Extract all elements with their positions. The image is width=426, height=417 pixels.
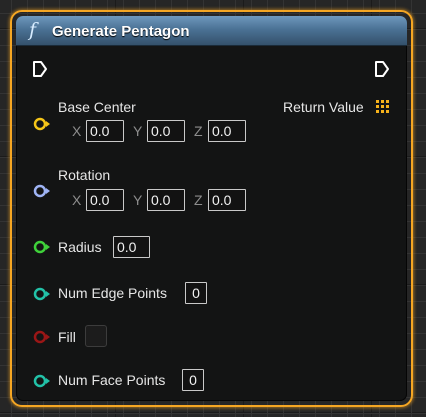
base-center-label: Base Center (58, 99, 136, 115)
fill-label: Fill (58, 329, 76, 345)
num-face-points-field[interactable]: 0 (182, 369, 204, 391)
node-title: Generate Pentagon (52, 23, 190, 40)
rotation-y-field[interactable]: 0.0 (147, 189, 185, 211)
array-grid-icon[interactable] (376, 100, 390, 114)
exec-out-icon[interactable] (374, 60, 390, 78)
rotation-pin[interactable] (33, 184, 51, 198)
base-center-x-field[interactable]: 0.0 (86, 120, 124, 142)
generate-pentagon-node[interactable]: f Generate Pentagon Return Value Base Ce… (16, 16, 407, 401)
rotation-z-label: Z (194, 192, 203, 208)
node-header[interactable]: f Generate Pentagon (16, 16, 407, 46)
fill-pin[interactable] (33, 330, 51, 344)
fill-checkbox[interactable] (85, 325, 107, 347)
radius-pin[interactable] (33, 240, 51, 254)
rotation-z-field[interactable]: 0.0 (208, 189, 246, 211)
num-edge-points-pin[interactable] (33, 287, 51, 301)
return-value-label: Return Value (283, 99, 364, 115)
rotation-x-label: X (72, 192, 82, 208)
base-center-y-field[interactable]: 0.0 (147, 120, 185, 142)
radius-field[interactable]: 0.0 (113, 236, 150, 258)
rotation-x-field[interactable]: 0.0 (86, 189, 124, 211)
rotation-label: Rotation (58, 167, 111, 183)
num-face-points-pin[interactable] (33, 374, 51, 388)
base-center-pin[interactable] (33, 117, 51, 131)
radius-label: Radius (58, 239, 102, 255)
base-center-z-label: Z (194, 123, 203, 139)
num-edge-points-label: Num Edge Points (58, 285, 167, 301)
base-center-z-field[interactable]: 0.0 (208, 120, 246, 142)
exec-in-icon[interactable] (32, 60, 48, 78)
num-face-points-label: Num Face Points (58, 372, 166, 388)
base-center-y-label: Y (133, 123, 143, 139)
function-icon: f (29, 19, 37, 41)
rotation-y-label: Y (133, 192, 143, 208)
base-center-x-label: X (72, 123, 82, 139)
num-edge-points-field[interactable]: 0 (185, 282, 207, 304)
